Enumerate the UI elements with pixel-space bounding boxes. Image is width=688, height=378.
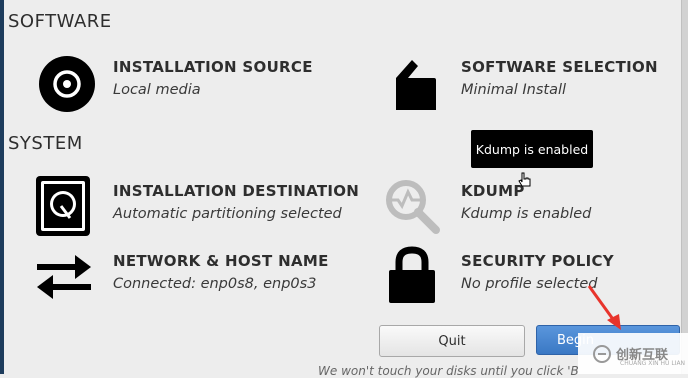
network-host-spoke[interactable]: NETWORK & HOST NAME Connected: enp0s8, e… (32, 244, 328, 308)
security-policy-name: SECURITY POLICY (461, 252, 614, 270)
watermark-logo-icon (593, 344, 611, 363)
installation-source-status: Local media (113, 82, 201, 98)
hand-cursor-icon (518, 172, 532, 192)
software-selection-spoke[interactable]: SOFTWARE SELECTION Minimal Install (383, 52, 658, 116)
network-host-status: Connected: enp0s8, enp0s3 (113, 276, 317, 292)
package-icon (383, 52, 447, 116)
software-selection-name: SOFTWARE SELECTION (461, 58, 658, 76)
system-section-title: SYSTEM (8, 133, 83, 154)
lock-icon (380, 244, 444, 308)
left-sidebar-strip (0, 0, 4, 374)
watermark: 创新互联 (578, 333, 688, 374)
installation-destination-status: Automatic partitioning selected (113, 206, 342, 222)
watermark-subtext: CHUANG XIN HU LIAN (620, 360, 686, 367)
installation-destination-spoke[interactable]: INSTALLATION DESTINATION Automatic parti… (31, 174, 359, 238)
network-host-name: NETWORK & HOST NAME (113, 252, 329, 270)
scrollbar[interactable] (681, 0, 688, 374)
installation-source-spoke[interactable]: INSTALLATION SOURCE Local media (35, 52, 312, 116)
installation-destination-name: INSTALLATION DESTINATION (113, 182, 360, 200)
security-policy-spoke[interactable]: SECURITY POLICY No profile selected (380, 244, 614, 308)
hard-drive-icon (31, 174, 95, 238)
red-arrow-icon (587, 285, 621, 330)
disk-warning-note: We won't touch your disks until you clic… (318, 364, 579, 378)
disc-icon (35, 52, 99, 116)
network-arrows-icon (32, 244, 96, 308)
kdump-tooltip: Kdump is enabled (471, 130, 593, 168)
software-section-title: SOFTWARE (8, 11, 112, 32)
installation-source-name: INSTALLATION SOURCE (113, 58, 313, 76)
quit-button[interactable]: Quit (379, 325, 525, 357)
kdump-status: Kdump is enabled (461, 206, 592, 222)
kdump-spoke[interactable]: KDUMP Kdump is enabled (380, 174, 591, 238)
magnifier-icon (380, 174, 444, 238)
software-selection-status: Minimal Install (461, 82, 567, 98)
